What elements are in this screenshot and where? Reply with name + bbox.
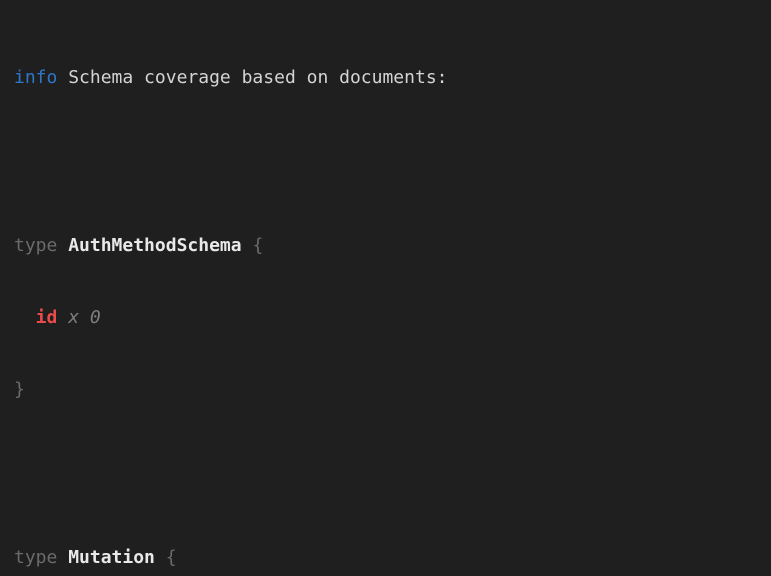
type-keyword: type — [14, 547, 57, 568]
info-message: Schema coverage based on documents: — [68, 67, 447, 88]
field-coverage-line: id x 0 — [14, 306, 763, 330]
type-name: AuthMethodSchema — [68, 235, 241, 256]
open-brace: { — [252, 235, 263, 256]
type-declaration-line: type Mutation { — [14, 546, 763, 570]
close-brace: } — [14, 379, 25, 400]
close-brace-line: } — [14, 378, 763, 402]
blank-line — [14, 450, 763, 474]
type-name: Mutation — [68, 547, 155, 568]
blank-line — [14, 138, 763, 162]
type-declaration-line: type AuthMethodSchema { — [14, 234, 763, 258]
type-keyword: type — [14, 235, 57, 256]
terminal-output[interactable]: info Schema coverage based on documents:… — [0, 0, 771, 576]
info-line: info Schema coverage based on documents: — [14, 66, 763, 90]
field-name: id — [36, 307, 58, 328]
open-brace: { — [166, 547, 177, 568]
info-label: info — [14, 67, 57, 88]
coverage-count: x 0 — [68, 307, 101, 328]
